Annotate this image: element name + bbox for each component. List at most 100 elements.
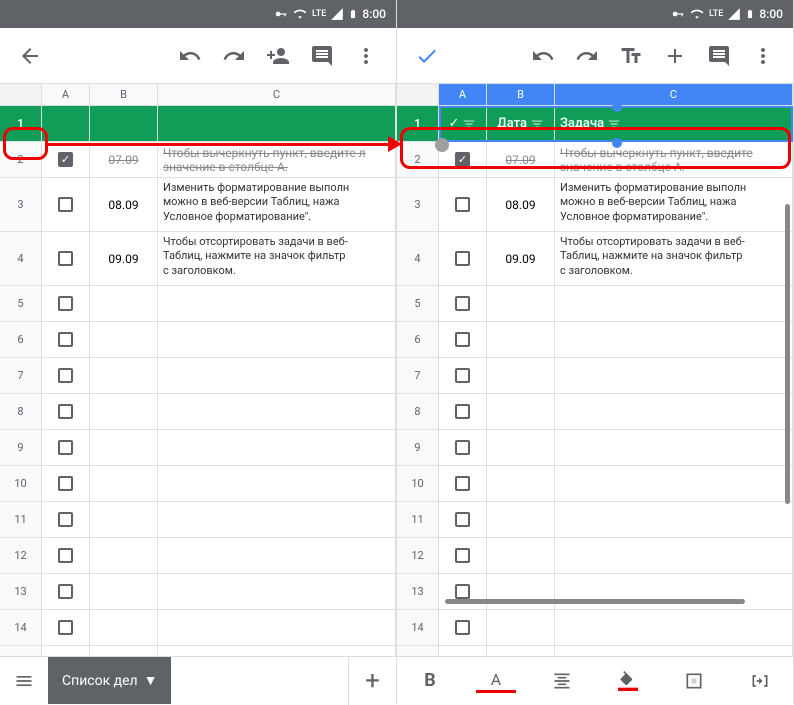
undo-button[interactable] (168, 34, 212, 78)
checkbox[interactable] (58, 152, 73, 167)
cell-date[interactable]: 08.09 (90, 178, 158, 231)
back-button[interactable] (8, 34, 52, 78)
cell-checkbox[interactable] (439, 178, 487, 231)
cell-checkbox[interactable] (42, 322, 90, 357)
row-header[interactable]: 4 (0, 232, 42, 285)
redo-button[interactable] (565, 34, 609, 78)
cell-date[interactable] (487, 538, 555, 573)
table-row[interactable]: 14 (0, 610, 396, 646)
cell-checkbox[interactable] (439, 394, 487, 429)
row-header[interactable]: 13 (397, 574, 439, 609)
table-row[interactable]: 14 (397, 610, 793, 646)
checkbox[interactable] (455, 296, 470, 311)
cell-checkbox[interactable] (42, 358, 90, 393)
cell-checkbox[interactable] (42, 430, 90, 465)
row-header[interactable]: 2 (0, 142, 42, 177)
row-header[interactable]: 14 (0, 610, 42, 645)
cell-checkbox[interactable] (439, 232, 487, 285)
table-row[interactable]: 207.09Чтобы вычеркнуть пункт, введите зн… (397, 142, 793, 178)
fill-color-button[interactable] (608, 661, 648, 701)
column-header-c[interactable]: C (158, 84, 396, 105)
cell-date[interactable] (90, 430, 158, 465)
row-header[interactable]: 6 (0, 322, 42, 357)
cell-date[interactable] (487, 358, 555, 393)
row-header[interactable]: 3 (397, 178, 439, 231)
table-row[interactable]: 15 (0, 646, 396, 656)
bold-button[interactable]: B (410, 661, 450, 701)
row-header[interactable]: 8 (0, 394, 42, 429)
cell-date[interactable] (90, 538, 158, 573)
cell-task[interactable] (158, 106, 396, 141)
cell-task[interactable]: Чтобы вычеркнуть пункт, введите значение… (555, 142, 793, 177)
checkbox[interactable] (58, 296, 73, 311)
table-row[interactable]: 9 (0, 430, 396, 466)
corner-cell[interactable] (397, 84, 439, 105)
cell-task[interactable] (158, 610, 396, 645)
table-row[interactable]: 6 (397, 322, 793, 358)
cell-checkbox[interactable] (42, 286, 90, 321)
row-header[interactable]: 7 (397, 358, 439, 393)
cell-checkbox[interactable] (439, 610, 487, 645)
comment-button[interactable] (300, 34, 344, 78)
cell-date[interactable] (487, 610, 555, 645)
table-row[interactable]: 8 (0, 394, 396, 430)
more-button[interactable] (741, 34, 785, 78)
table-row[interactable]: 1✓ДатаЗадача (397, 106, 793, 142)
cell-task[interactable] (555, 646, 793, 656)
row-header[interactable]: 5 (0, 286, 42, 321)
corner-cell[interactable] (0, 84, 42, 105)
cell-date[interactable]: Дата (487, 106, 555, 141)
checkbox[interactable] (58, 251, 73, 266)
cell-checkbox[interactable] (439, 322, 487, 357)
row-header[interactable]: 11 (397, 502, 439, 537)
cell-checkbox[interactable] (439, 466, 487, 501)
cell-task[interactable]: Задача (555, 106, 793, 141)
checkbox[interactable] (455, 512, 470, 527)
share-button[interactable] (256, 34, 300, 78)
table-row[interactable]: 6 (0, 322, 396, 358)
sheet-tab[interactable]: Список дел▼ (48, 657, 171, 704)
checkbox[interactable] (58, 197, 73, 212)
checkbox[interactable] (455, 197, 470, 212)
checkbox[interactable] (455, 548, 470, 563)
cell-checkbox[interactable] (42, 466, 90, 501)
cell-task[interactable] (158, 502, 396, 537)
row-header[interactable]: 15 (0, 646, 42, 656)
cell-checkbox[interactable] (42, 538, 90, 573)
table-row[interactable]: 1 (0, 106, 396, 142)
checkbox[interactable] (58, 368, 73, 383)
checkbox[interactable] (455, 152, 470, 167)
cell-checkbox[interactable] (42, 574, 90, 609)
add-sheet-button[interactable]: + (348, 657, 396, 705)
checkbox[interactable] (58, 584, 73, 599)
table-row[interactable]: 15 (397, 646, 793, 656)
row-header[interactable]: 9 (0, 430, 42, 465)
cell-date[interactable] (487, 502, 555, 537)
cell-checkbox[interactable] (439, 286, 487, 321)
table-row[interactable]: 409.09Чтобы отсортировать задачи в веб- … (0, 232, 396, 286)
more-button[interactable] (344, 34, 388, 78)
row-header[interactable]: 11 (0, 502, 42, 537)
cell-task[interactable] (555, 394, 793, 429)
checkbox[interactable] (455, 620, 470, 635)
text-color-button[interactable]: A (476, 669, 516, 693)
column-header-a[interactable]: A (439, 84, 487, 105)
cell-date[interactable] (90, 322, 158, 357)
row-header[interactable]: 7 (0, 358, 42, 393)
cell-date[interactable] (487, 322, 555, 357)
cell-checkbox[interactable] (42, 232, 90, 285)
cell-task[interactable] (158, 646, 396, 656)
table-row[interactable]: 7 (0, 358, 396, 394)
row-header[interactable]: 1 (0, 106, 42, 141)
checkbox[interactable] (58, 620, 73, 635)
table-row[interactable]: 13 (0, 574, 396, 610)
insert-button[interactable] (653, 34, 697, 78)
cell-task[interactable]: Чтобы отсортировать задачи в веб- Таблиц… (555, 232, 793, 285)
sheet-area[interactable]: A B C 1207.09Чтобы вычеркнуть пункт, вве… (0, 84, 396, 656)
cell-date[interactable] (90, 286, 158, 321)
cell-date[interactable] (90, 574, 158, 609)
cell-date[interactable]: 08.09 (487, 178, 555, 231)
cell-task[interactable] (158, 394, 396, 429)
cell-task[interactable] (555, 286, 793, 321)
row-header[interactable]: 13 (0, 574, 42, 609)
